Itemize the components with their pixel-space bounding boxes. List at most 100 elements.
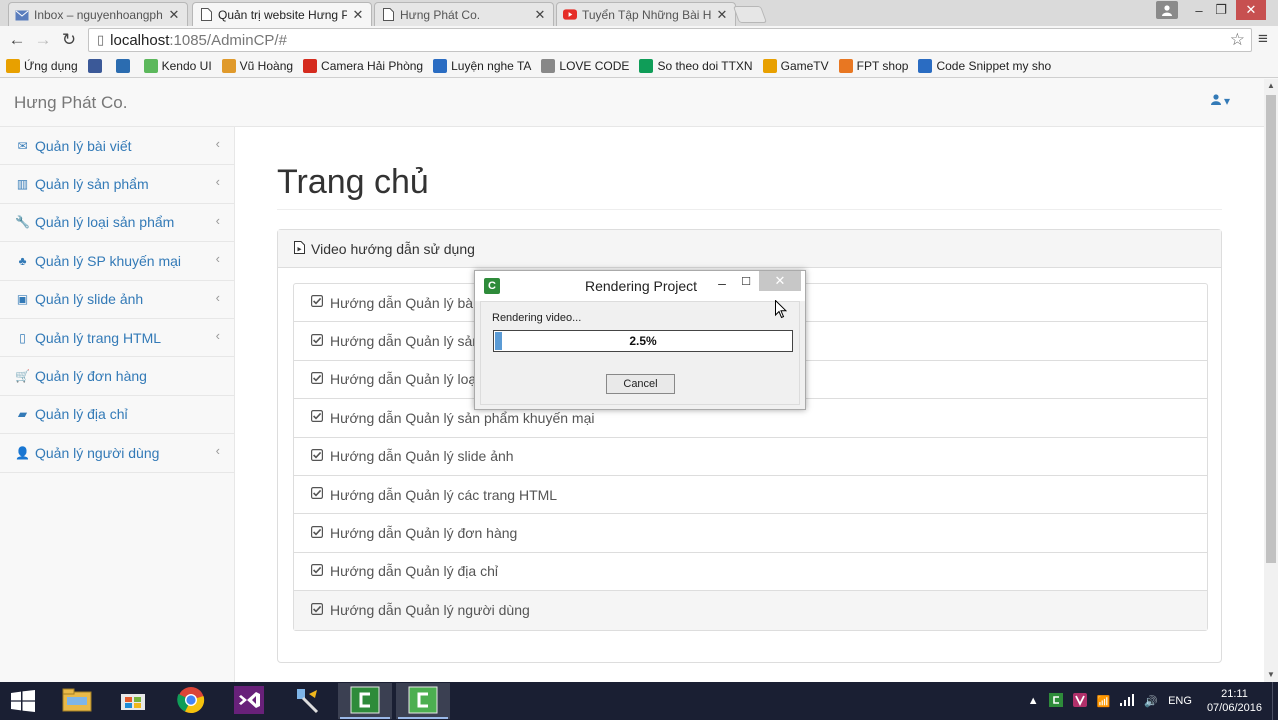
bookmark-item[interactable] — [115, 58, 134, 73]
bookmarks-bar: Ứng dụng Kendo UI Vũ Hoàng Camera Hải Phòng… — [0, 54, 1278, 78]
tray-volume-icon[interactable]: 🔊 — [1144, 695, 1158, 708]
chevron-left-icon[interactable]: ‹ — [216, 328, 220, 343]
cancel-button[interactable]: Cancel — [606, 374, 675, 394]
bookmark-item[interactable]: LOVE CODE — [541, 58, 629, 73]
bookmark-item[interactable]: Code Snippet my sho — [918, 58, 1051, 73]
close-window-button[interactable]: ✕ — [1236, 0, 1266, 20]
page-scrollbar[interactable]: ▲ ▼ — [1264, 79, 1278, 682]
tray-signal-icon[interactable] — [1120, 693, 1135, 709]
close-tab-icon[interactable]: ✕ — [533, 7, 547, 23]
tray-language[interactable]: ENG — [1168, 695, 1192, 707]
guide-list-item[interactable]: Hướng dẫn Quản lý người dùng — [294, 591, 1207, 630]
browser-tab-youtube[interactable]: Tuyển Tập Những Bài Hát ✕ — [556, 2, 736, 26]
reload-button[interactable]: ↻ — [58, 29, 80, 51]
minimize-window-button[interactable]: – — [1188, 0, 1210, 20]
address-bar[interactable]: ▯ localhost:1085/AdminCP/# ☆ — [88, 28, 1252, 52]
close-tab-icon[interactable]: ✕ — [167, 7, 181, 23]
sidebar-item[interactable]: 🛒 Quản lý đơn hàng — [0, 357, 234, 396]
chevron-left-icon[interactable]: ‹ — [216, 290, 220, 305]
check-square-icon — [311, 525, 324, 541]
forward-button[interactable]: → — [32, 29, 54, 51]
chevron-left-icon[interactable]: ‹ — [216, 136, 220, 151]
check-square-icon — [311, 602, 324, 618]
visual-studio-icon — [234, 685, 264, 717]
guide-list-item[interactable]: Hướng dẫn Quản lý slide ảnh — [294, 438, 1207, 476]
app-navbar: Hưng Phát Co. ▾ — [0, 79, 1264, 127]
panel-heading: Video hướng dẫn sử dụng — [278, 230, 1221, 268]
sidebar-item[interactable]: ✉ Quản lý bài viết ‹ — [0, 127, 234, 166]
restore-window-button[interactable]: ❐ — [1210, 0, 1232, 20]
browser-tab-hungphat[interactable]: Hưng Phát Co. ✕ — [374, 2, 554, 26]
sidebar-item[interactable]: ▯ Quản lý trang HTML ‹ — [0, 319, 234, 358]
bookmark-label: Kendo UI — [161, 58, 212, 73]
browser-tab-admin[interactable]: Quản trị website Hưng Ph ✕ — [192, 2, 372, 26]
chevron-left-icon[interactable]: ‹ — [216, 174, 220, 189]
progress-label: 2.5% — [629, 334, 657, 348]
chrome-menu-icon[interactable]: ≡ — [1254, 29, 1272, 49]
close-tab-icon[interactable]: ✕ — [351, 7, 365, 23]
user-menu-dropdown[interactable]: ▾ — [1210, 94, 1230, 108]
bookmark-item[interactable]: So theo doi TTXN — [639, 58, 753, 73]
taskbar-file-explorer[interactable] — [50, 683, 104, 719]
tray-clock[interactable]: 21:11 07/06/2016 — [1207, 687, 1262, 715]
tray-vivaldi-icon[interactable] — [1072, 692, 1087, 710]
guide-list-item[interactable]: Hướng dẫn Quản lý địa chỉ — [294, 553, 1207, 592]
sidebar-item-label: Quản lý bài viết — [35, 137, 132, 154]
scroll-up-icon[interactable]: ▲ — [1264, 79, 1278, 93]
bookmark-label: Luyện nghe TA — [451, 58, 532, 73]
person-icon — [221, 58, 236, 73]
check-square-icon — [311, 333, 324, 349]
close-tab-icon[interactable]: ✕ — [715, 7, 729, 23]
sidebar-item[interactable]: ▥ Quản lý sản phẩm ‹ — [0, 165, 234, 204]
taskbar-camtasia-1[interactable] — [338, 683, 392, 719]
dialog-maximize-button[interactable]: ☐ — [739, 275, 753, 288]
bookmark-item[interactable] — [87, 58, 106, 73]
bookmark-item[interactable]: GameTV — [762, 58, 829, 73]
dialog-titlebar[interactable]: C Rendering Project – ☐ ✕ — [475, 271, 805, 301]
taskbar-store[interactable] — [106, 683, 160, 719]
chevron-left-icon[interactable]: ‹ — [216, 213, 220, 228]
guide-list-item[interactable]: Hướng dẫn Quản lý đơn hàng — [294, 514, 1207, 553]
taskbar-tool[interactable] — [280, 683, 334, 719]
sidebar-item-label: Quản lý SP khuyến mại — [35, 252, 182, 269]
tray-expand-icon[interactable]: ▲ — [1028, 695, 1039, 707]
dialog-minimize-button[interactable]: – — [715, 275, 729, 291]
bookmark-item[interactable]: FPT shop — [838, 58, 908, 73]
chevron-left-icon[interactable]: ‹ — [216, 443, 220, 458]
dialog-close-button[interactable]: ✕ — [759, 271, 801, 291]
bookmark-star-icon[interactable]: ☆ — [1230, 30, 1245, 50]
browser-toolbar: ← → ↻ ▯ localhost:1085/AdminCP/# ☆ ≡ — [0, 26, 1278, 54]
bookmark-item[interactable]: Camera Hải Phòng — [303, 58, 423, 73]
taskbar-camtasia-2[interactable] — [396, 683, 450, 719]
sidebar-item-label: Quản lý sản phẩm — [35, 176, 149, 193]
show-desktop-button[interactable] — [1272, 682, 1278, 720]
profile-icon[interactable] — [1156, 1, 1178, 19]
tray-network-icon[interactable]: 📶 — [1097, 695, 1111, 708]
chevron-left-icon[interactable]: ‹ — [216, 251, 220, 266]
bookmark-item[interactable]: Kendo UI — [143, 58, 212, 73]
bookmark-label: Vũ Hoàng — [239, 58, 294, 73]
guide-list-item[interactable]: Hướng dẫn Quản lý các trang HTML — [294, 476, 1207, 515]
scrollbar-thumb[interactable] — [1266, 95, 1276, 563]
sidebar-item[interactable]: 👤 Quản lý người dùng ‹ — [0, 434, 234, 473]
sidebar-item[interactable]: ▣ Quản lý slide ảnh ‹ — [0, 281, 234, 319]
browser-tab-inbox[interactable]: Inbox – nguyenhoangphu ✕ — [8, 2, 188, 26]
taskbar-visual-studio[interactable] — [222, 683, 276, 719]
guide-item-label: Hướng dẫn Quản lý người dùng — [330, 602, 530, 619]
store-icon — [119, 688, 147, 715]
taskbar-chrome[interactable] — [164, 683, 218, 719]
sidebar-item[interactable]: 🔧 Quản lý loại sản phẩm ‹ — [0, 204, 234, 243]
page-icon — [199, 8, 213, 22]
sidebar-item[interactable]: ▰ Quản lý địa chỉ — [0, 396, 234, 435]
bookmark-item[interactable]: Luyện nghe TA — [433, 58, 532, 73]
bookmark-item[interactable]: Vũ Hoàng — [221, 58, 294, 73]
new-tab-button[interactable] — [732, 6, 768, 23]
back-button[interactable]: ← — [6, 29, 28, 51]
tray-camtasia-icon[interactable] — [1048, 692, 1063, 710]
bookmark-item[interactable]: Ứng dụng — [6, 58, 78, 73]
windows-start-icon[interactable] — [10, 690, 36, 712]
brand-link[interactable]: Hưng Phát Co. — [14, 93, 127, 113]
page-info-icon[interactable]: ▯ — [97, 32, 104, 48]
scroll-down-icon[interactable]: ▼ — [1264, 668, 1278, 682]
sidebar-item[interactable]: ♣ Quản lý SP khuyến mại ‹ — [0, 242, 234, 281]
